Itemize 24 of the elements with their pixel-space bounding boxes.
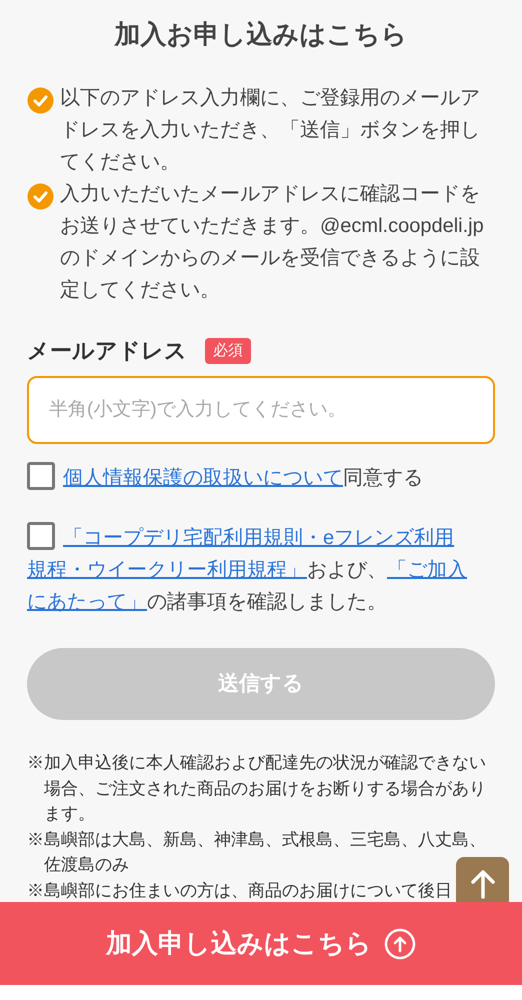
checkbox[interactable] — [27, 522, 55, 550]
check-circle-icon — [27, 87, 54, 114]
page-title: 加入お申し込みはこちら — [113, 18, 408, 51]
email-field[interactable]: 半角(小文字)で入力してください。 — [27, 376, 495, 444]
link[interactable]: 個人情報保護の取扱いについて — [63, 467, 343, 489]
agreement-text: 同意する — [343, 467, 423, 489]
link[interactable]: 規程・ウイークリー利用規程」 — [27, 559, 307, 581]
agreement-text: の諸事項を確認しました。 — [147, 591, 387, 613]
checkbox[interactable] — [27, 462, 55, 490]
link[interactable]: 「ご加入 — [387, 559, 467, 581]
instruction-text: 入力いただいたメールアドレスに確認コードをお送りさせていただきます。@ecml.coopdeli.jpのドメインからのメールを受信できるように設定してください。 — [60, 182, 485, 303]
required-badge: 必須 — [205, 338, 251, 364]
instruction-text: 以下のアドレス入力欄に、ご登録用のメールアドレスを入力いただき、「送信」ボタンを押してください。 — [60, 86, 481, 175]
link[interactable]: 「コープデリ宅配利用規則・eフレンズ利用 — [63, 527, 454, 549]
field-label: メールアドレス — [27, 337, 187, 365]
note-text: ※島嶼部は大島、新島、神津島、式根島、三宅島、八丈島、佐渡島のみ — [27, 828, 487, 876]
note-text: ※島嶼部にお住まいの方は、商品のお届けについて後日 — [27, 880, 452, 902]
agreement-text: および、 — [307, 559, 387, 581]
link[interactable]: にあたって」 — [27, 591, 147, 613]
note-text: ※加入申込後に本人確認および配達先の状況が確認できない場合、ご注文された商品のお届けをお断りする場合があります。 — [27, 752, 487, 825]
apply-bar-button[interactable]: 加入申し込みはこちら — [0, 902, 522, 985]
scroll-top-button[interactable] — [456, 857, 509, 902]
check-circle-icon — [27, 183, 54, 210]
up-arrow-icon — [470, 869, 496, 899]
